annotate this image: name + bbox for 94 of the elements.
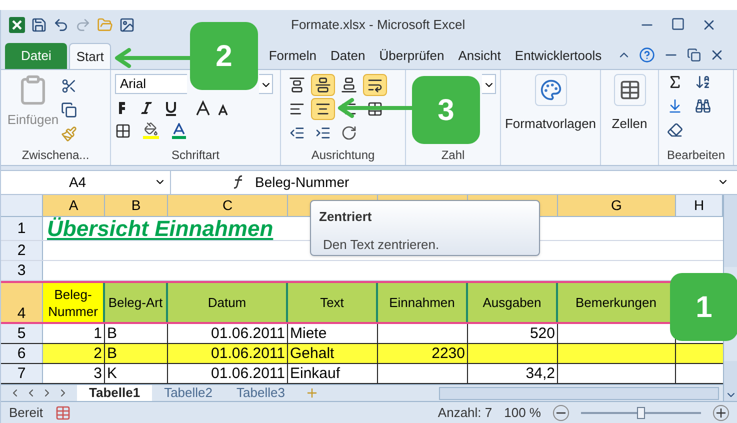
sheet-tab[interactable]: Tabelle2 — [152, 385, 224, 402]
callout-badge: 3 — [412, 76, 480, 144]
borders-icon[interactable] — [115, 122, 131, 139]
group-label: Bearbeiten — [666, 146, 726, 164]
sort-icon[interactable] — [695, 74, 711, 90]
zoom-slider[interactable] — [581, 406, 701, 419]
column-header[interactable]: A — [43, 195, 105, 216]
ribbon-tab[interactable]: Überprüfen — [373, 43, 450, 70]
table-cell: 34,2 — [468, 364, 558, 384]
binoculars-icon[interactable] — [695, 98, 711, 114]
wrap-text-icon[interactable] — [363, 74, 387, 96]
table-header-cell: Datum — [168, 283, 288, 322]
table-cell: 2230 — [378, 344, 468, 364]
align-center-icon[interactable] — [311, 98, 335, 120]
undo-icon[interactable] — [53, 16, 69, 33]
row-header[interactable]: 7 — [1, 364, 43, 384]
cut-icon[interactable] — [61, 78, 77, 94]
table-header-cell: Text — [288, 283, 378, 322]
table-cell: 1 — [43, 324, 105, 344]
row-header[interactable]: 2 — [1, 241, 43, 260]
ribbon-tab[interactable]: Entwicklertools — [508, 43, 608, 70]
group-label: Ausrichtung — [310, 146, 376, 164]
table-header-cell: Beleg-Art — [105, 283, 168, 322]
ribbon-tab[interactable]: Formeln — [262, 43, 323, 70]
table-cell: B — [105, 344, 168, 364]
cells-icon[interactable] — [614, 74, 646, 106]
maximize-icon[interactable] — [671, 16, 685, 31]
restore-icon[interactable] — [687, 48, 701, 62]
column-header[interactable]: C — [168, 195, 288, 216]
zoom-slider-thumb[interactable] — [637, 406, 645, 419]
underline-icon[interactable] — [163, 100, 179, 116]
table-cell: Einkauf — [288, 364, 378, 384]
column-header[interactable]: G — [558, 195, 676, 216]
styles-icon[interactable] — [534, 74, 566, 106]
ribbon-tab[interactable]: Ansicht — [452, 43, 507, 70]
table-cell: 01.06.2011 — [168, 344, 288, 364]
table-cell: 01.06.2011 — [168, 324, 288, 344]
image-icon[interactable] — [119, 16, 135, 33]
tooltip-text: Den Text zentrieren. — [322, 236, 440, 254]
ribbon-tab[interactable]: Daten — [324, 43, 372, 70]
table-header-cell: Einnahmen — [378, 283, 468, 322]
font-size-dropdown[interactable] — [259, 74, 273, 94]
zoom-in-icon[interactable] — [713, 404, 729, 421]
window-title: Formate.xlsx - Microsoft Excel — [291, 16, 466, 34]
italic-icon[interactable] — [139, 100, 155, 116]
align-middle-icon[interactable] — [311, 74, 335, 96]
number-format-dropdown[interactable] — [482, 74, 496, 94]
table-cell: Miete — [288, 324, 378, 344]
group-label: Zahl — [440, 146, 466, 164]
row-header[interactable]: 1 — [1, 217, 43, 240]
formula-field[interactable]: Beleg-Nummer — [255, 172, 717, 193]
name-box[interactable]: A4 — [1, 170, 171, 194]
status-mode: Bereit — [9, 404, 43, 422]
column-header[interactable]: B — [105, 195, 168, 216]
vertical-scrollbar[interactable] — [724, 195, 737, 268]
row-header[interactable]: 6 — [1, 344, 43, 364]
sheet-title: Übersicht Einnahmen — [46, 217, 274, 240]
table-cell: 520 — [468, 324, 558, 344]
help-icon[interactable] — [639, 47, 655, 64]
save-icon[interactable] — [31, 16, 47, 33]
row-header[interactable]: 5 — [1, 324, 43, 344]
font-name-field[interactable]: Arial — [115, 74, 187, 94]
table-cell: K — [105, 364, 168, 384]
group-label: Zwischena... — [20, 146, 90, 164]
callout-badge: 2 — [190, 22, 258, 90]
zoom-level[interactable]: 100 % — [504, 402, 541, 422]
table-cell: 3 — [43, 364, 105, 384]
callout-badge: 1 — [670, 273, 737, 341]
zoom-out-icon[interactable] — [553, 404, 569, 421]
app-logo-icon[interactable] — [9, 16, 25, 33]
cells-button[interactable]: Zellen — [612, 114, 648, 134]
fill-color-icon[interactable] — [143, 122, 159, 140]
ribbon-tab[interactable]: Start — [69, 43, 111, 70]
group-label: Schriftart — [170, 146, 220, 164]
fill-down-icon[interactable] — [667, 98, 683, 114]
sheet-tab[interactable]: Tabelle3 — [224, 385, 297, 402]
row-header[interactable]: 4 — [1, 283, 43, 322]
horizontal-scrollbar[interactable] — [439, 386, 719, 400]
status-count: Anzahl: 7 — [438, 404, 492, 422]
table-cell: Gehalt — [288, 344, 378, 364]
table-header-cell: Beleg-Nummer — [43, 283, 105, 322]
eraser-icon[interactable] — [667, 122, 683, 138]
file-tab[interactable]: Datei — [5, 43, 68, 70]
copy-icon[interactable] — [61, 102, 77, 118]
table-cell: 01.06.2011 — [168, 364, 288, 384]
font-color-icon[interactable] — [171, 122, 187, 139]
tooltip-title: Zentriert — [319, 208, 373, 226]
table-cell: 2 — [43, 344, 105, 364]
styles-button[interactable]: Formatvorlagen — [504, 114, 596, 134]
macro-record-icon[interactable] — [54, 404, 71, 421]
table-cell: B — [105, 324, 168, 344]
sheet-tab[interactable]: Tabelle1 — [77, 385, 152, 402]
row-header[interactable]: 3 — [1, 261, 43, 280]
table-header-cell: Ausgaben — [468, 283, 558, 322]
